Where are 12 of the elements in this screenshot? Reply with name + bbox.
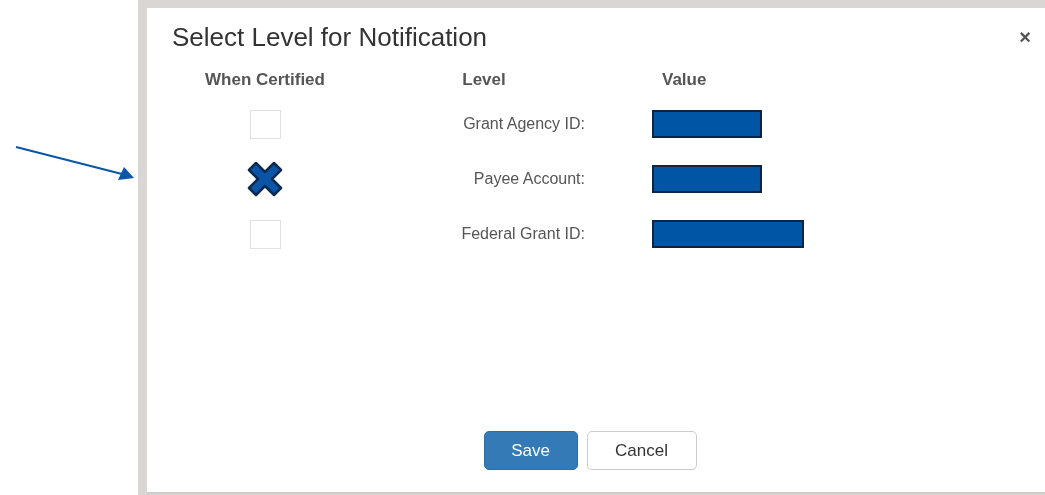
column-header: Level (461, 70, 507, 90)
level-label: Payee Account: (472, 170, 585, 188)
checkbox[interactable] (247, 161, 283, 197)
close-button[interactable]: × (1015, 26, 1035, 49)
arrow-icon (14, 145, 136, 181)
column-header: When Certified (204, 70, 326, 90)
level-label: Grant Agency ID: (462, 115, 585, 133)
cancel-button[interactable]: Cancel (586, 431, 697, 470)
column-header: Value (661, 70, 708, 90)
level-label: Federal Grant ID: (460, 225, 585, 243)
save-button[interactable]: Save (483, 431, 578, 470)
dialog-title: Select Level for Notification (172, 22, 488, 53)
